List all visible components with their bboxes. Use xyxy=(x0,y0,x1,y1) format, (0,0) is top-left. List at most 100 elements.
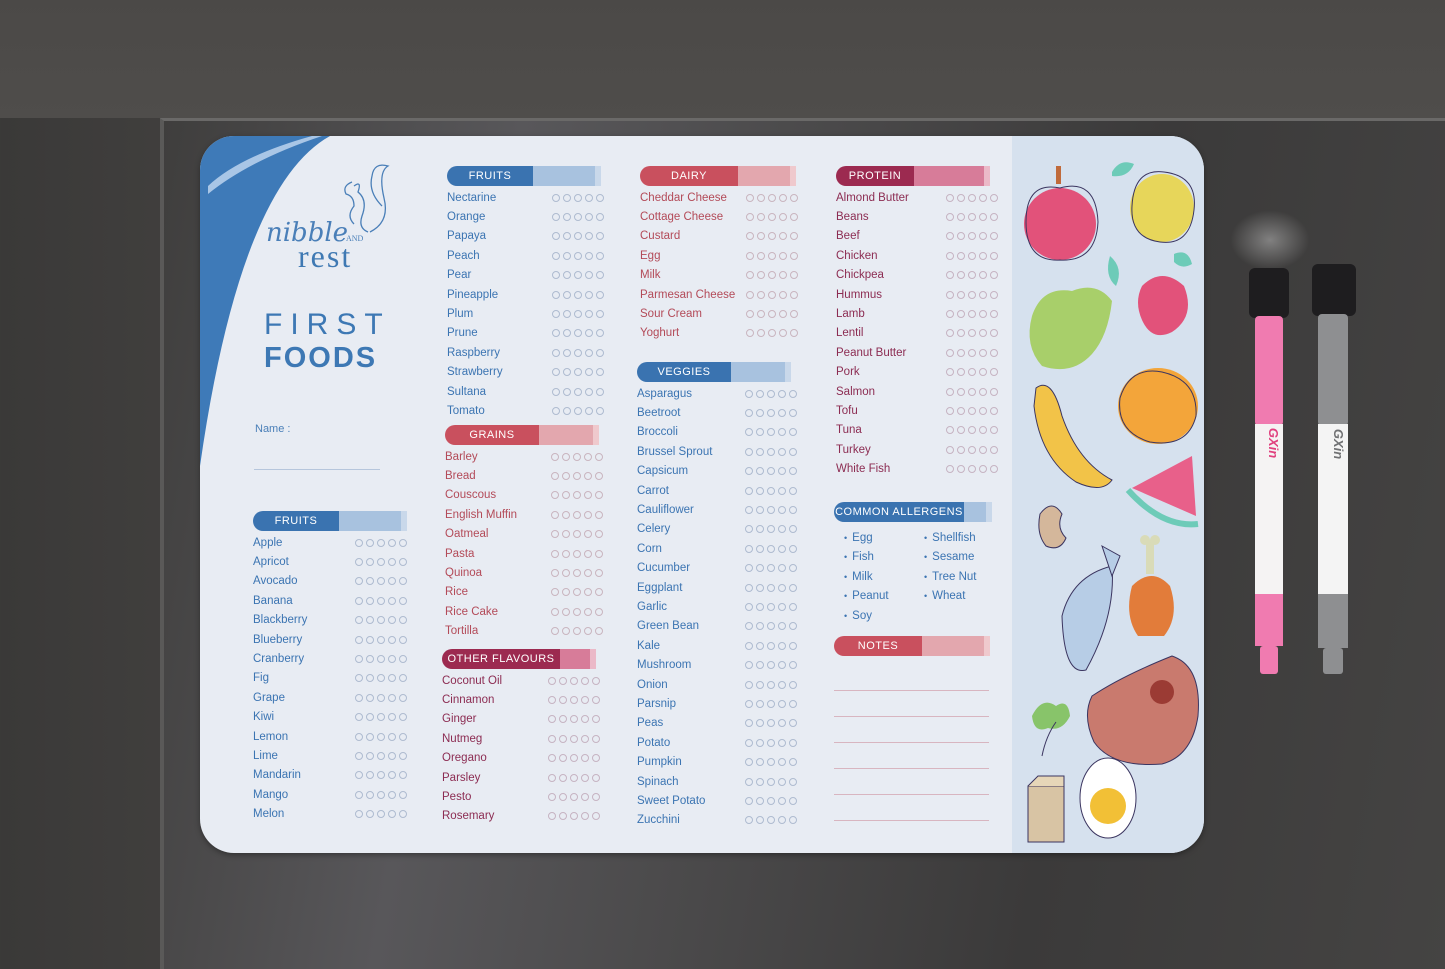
tally-circle[interactable] xyxy=(990,271,998,280)
tally-circle[interactable] xyxy=(745,467,753,476)
tally-circle[interactable] xyxy=(563,329,571,338)
tally-circle[interactable] xyxy=(399,538,407,547)
tally-circle[interactable] xyxy=(551,510,559,519)
tally-circle[interactable] xyxy=(552,348,560,357)
tally-circle[interactable] xyxy=(789,641,797,650)
tally-circle[interactable] xyxy=(957,368,965,377)
tally-circle[interactable] xyxy=(745,738,753,747)
tally-circle[interactable] xyxy=(767,738,775,747)
tally-circle[interactable] xyxy=(789,661,797,670)
tally-circle[interactable] xyxy=(946,290,954,299)
tally-circle[interactable] xyxy=(574,406,582,415)
tally-circle[interactable] xyxy=(388,790,396,799)
tally-circle[interactable] xyxy=(779,271,787,280)
tally-circle[interactable] xyxy=(377,751,385,760)
tally-circle[interactable] xyxy=(573,588,581,597)
tally-circle[interactable] xyxy=(551,549,559,558)
tally-circle[interactable] xyxy=(790,251,798,260)
tally-circle[interactable] xyxy=(596,193,604,202)
tally-circle[interactable] xyxy=(946,310,954,319)
tally-circle[interactable] xyxy=(548,754,556,763)
tally-circle[interactable] xyxy=(552,271,560,280)
tally-circle[interactable] xyxy=(570,793,578,802)
tally-circle[interactable] xyxy=(778,467,786,476)
tally-circle[interactable] xyxy=(757,193,765,202)
tally-circle[interactable] xyxy=(574,193,582,202)
tally-circle[interactable] xyxy=(946,368,954,377)
tally-circle[interactable] xyxy=(552,329,560,338)
tally-circle[interactable] xyxy=(968,368,976,377)
tally-circle[interactable] xyxy=(563,232,571,241)
tally-circle[interactable] xyxy=(552,406,560,415)
tally-circle[interactable] xyxy=(377,713,385,722)
tally-circle[interactable] xyxy=(574,271,582,280)
tally-circle[interactable] xyxy=(355,538,363,547)
tally-circle[interactable] xyxy=(388,693,396,702)
tally-circle[interactable] xyxy=(968,445,976,454)
tally-circle[interactable] xyxy=(399,655,407,664)
tally-circle[interactable] xyxy=(957,465,965,474)
tally-circle[interactable] xyxy=(778,661,786,670)
tally-circle[interactable] xyxy=(355,751,363,760)
tally-circle[interactable] xyxy=(968,348,976,357)
tally-circle[interactable] xyxy=(757,271,765,280)
tally-circle[interactable] xyxy=(377,810,385,819)
tally-circle[interactable] xyxy=(789,544,797,553)
tally-circle[interactable] xyxy=(979,329,987,338)
tally-circle[interactable] xyxy=(562,452,570,461)
tally-circle[interactable] xyxy=(957,251,965,260)
tally-circle[interactable] xyxy=(574,213,582,222)
tally-circle[interactable] xyxy=(563,271,571,280)
tally-circle[interactable] xyxy=(584,530,592,539)
tally-circle[interactable] xyxy=(778,641,786,650)
tally-circle[interactable] xyxy=(388,596,396,605)
tally-circle[interactable] xyxy=(596,406,604,415)
tally-circle[interactable] xyxy=(745,564,753,573)
tally-circle[interactable] xyxy=(789,428,797,437)
tally-circle[interactable] xyxy=(968,193,976,202)
tally-circle[interactable] xyxy=(778,544,786,553)
tally-circle[interactable] xyxy=(756,622,764,631)
tally-circle[interactable] xyxy=(767,641,775,650)
tally-circle[interactable] xyxy=(355,577,363,586)
tally-circle[interactable] xyxy=(790,213,798,222)
tally-circle[interactable] xyxy=(562,588,570,597)
tally-circle[interactable] xyxy=(778,622,786,631)
tally-circle[interactable] xyxy=(990,426,998,435)
tally-circle[interactable] xyxy=(388,771,396,780)
tally-circle[interactable] xyxy=(990,232,998,241)
tally-circle[interactable] xyxy=(756,486,764,495)
tally-circle[interactable] xyxy=(377,655,385,664)
tally-circle[interactable] xyxy=(570,754,578,763)
tally-circle[interactable] xyxy=(377,732,385,741)
tally-circle[interactable] xyxy=(789,738,797,747)
tally-circle[interactable] xyxy=(968,387,976,396)
tally-circle[interactable] xyxy=(355,596,363,605)
tally-circle[interactable] xyxy=(562,549,570,558)
tally-circle[interactable] xyxy=(779,329,787,338)
tally-circle[interactable] xyxy=(778,758,786,767)
tally-circle[interactable] xyxy=(595,452,603,461)
tally-circle[interactable] xyxy=(767,506,775,515)
tally-circle[interactable] xyxy=(957,271,965,280)
tally-circle[interactable] xyxy=(377,693,385,702)
tally-circle[interactable] xyxy=(767,409,775,418)
tally-circle[interactable] xyxy=(366,713,374,722)
tally-circle[interactable] xyxy=(946,406,954,415)
tally-circle[interactable] xyxy=(355,635,363,644)
tally-circle[interactable] xyxy=(595,472,603,481)
tally-circle[interactable] xyxy=(562,510,570,519)
tally-circle[interactable] xyxy=(592,773,600,782)
tally-circle[interactable] xyxy=(957,232,965,241)
tally-circle[interactable] xyxy=(957,290,965,299)
tally-circle[interactable] xyxy=(946,213,954,222)
tally-circle[interactable] xyxy=(990,445,998,454)
tally-circle[interactable] xyxy=(746,232,754,241)
tally-circle[interactable] xyxy=(756,583,764,592)
tally-circle[interactable] xyxy=(399,577,407,586)
note-line[interactable] xyxy=(834,742,989,743)
tally-circle[interactable] xyxy=(789,602,797,611)
tally-circle[interactable] xyxy=(552,232,560,241)
tally-circle[interactable] xyxy=(745,409,753,418)
tally-circle[interactable] xyxy=(585,193,593,202)
